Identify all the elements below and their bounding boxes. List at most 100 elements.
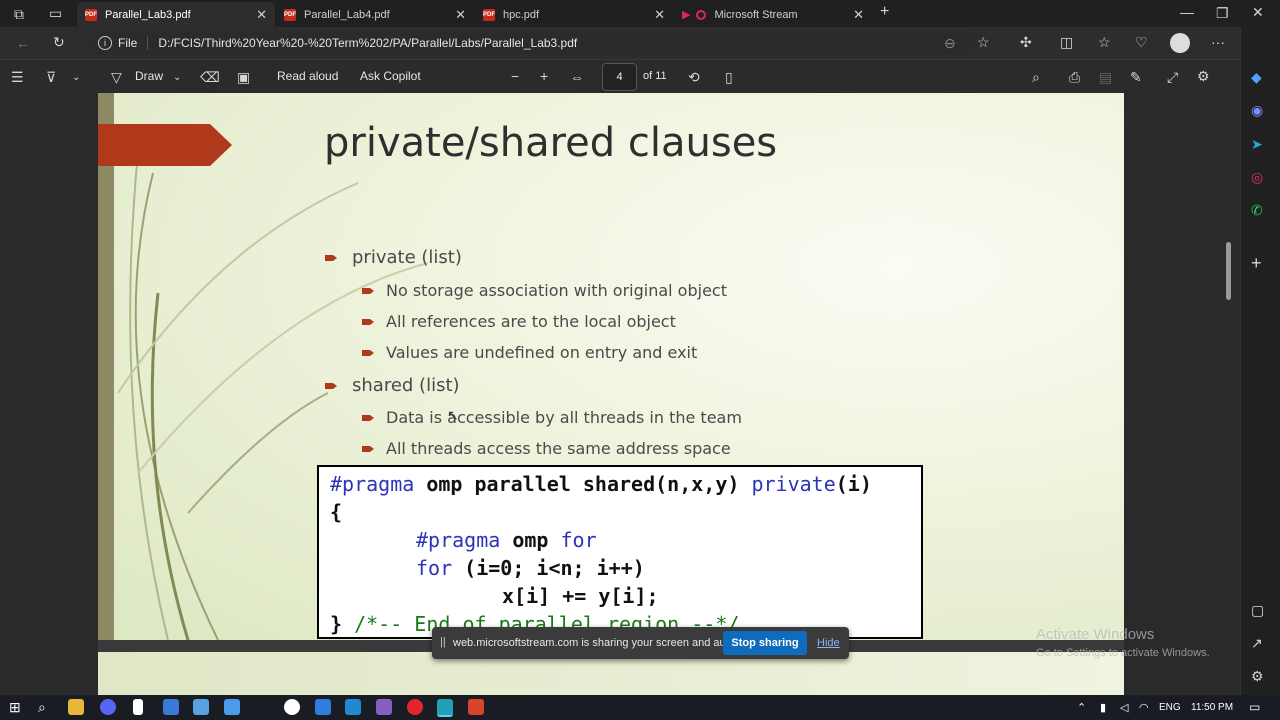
extensions-icon[interactable]: ✣ <box>1020 35 1032 49</box>
text-icon[interactable]: ▣ <box>237 70 250 84</box>
tab-parallel-lab3[interactable]: PDF Parallel_Lab3.pdf ✕ <box>77 2 275 27</box>
bullet-arrow-icon <box>362 319 374 325</box>
browser-icon[interactable] <box>284 699 300 715</box>
app-icon[interactable] <box>224 699 240 715</box>
contents-icon[interactable]: ☰ <box>11 70 24 84</box>
zoom-in-icon[interactable]: + <box>540 69 548 83</box>
opera-icon[interactable] <box>407 699 423 715</box>
favorites-icon[interactable]: ☆ <box>1098 35 1111 49</box>
settings-gear-icon[interactable]: ⚙ <box>1197 69 1210 83</box>
bullet-arrow-icon <box>325 255 337 261</box>
maximize-icon[interactable]: ❐ <box>1216 6 1229 20</box>
wifi-icon[interactable]: ◠ <box>1139 701 1149 715</box>
save-as-icon[interactable]: ✎ <box>1130 70 1142 84</box>
battery-icon[interactable]: ▮ <box>1100 701 1106 715</box>
sub-bullet: Data is accessible by all threads in the… <box>386 408 742 427</box>
tab-actions-icon[interactable]: ▭ <box>49 6 62 20</box>
pdf-icon: PDF <box>483 8 495 21</box>
sub-bullet: No storage association with original obj… <box>386 281 727 300</box>
code-text: (i=0; i<n; i++) <box>452 556 645 580</box>
print-icon[interactable]: ⎙ <box>1069 70 1080 84</box>
bullet-private: private (list) <box>352 247 462 268</box>
sub-bullet: All threads access the same address spac… <box>386 439 731 458</box>
drag-handle-icon[interactable]: || <box>440 636 446 648</box>
sub-bullet: All references are to the local object <box>386 312 676 331</box>
highlight-icon[interactable]: ⊽ <box>46 70 56 84</box>
more-options-icon[interactable]: ··· <box>1211 35 1225 49</box>
profile-avatar[interactable] <box>1170 33 1190 53</box>
app-icon[interactable] <box>193 699 209 715</box>
split-screen-icon[interactable]: ◫ <box>1060 35 1073 49</box>
pdf-reader-icon[interactable] <box>468 699 484 715</box>
page-number-input[interactable]: 4 <box>602 63 637 91</box>
bullet-arrow-icon <box>362 288 374 294</box>
clock[interactable]: 11:50 PM <box>1191 702 1233 713</box>
address-field[interactable]: i File D:/FCIS/Third%20Year%20-%20Term%2… <box>90 31 975 55</box>
code-keyword: #pragma <box>330 472 415 496</box>
search-taskbar-icon[interactable]: ⌕ <box>38 700 46 714</box>
language-indicator[interactable]: ENG <box>1159 702 1181 713</box>
pdf-icon: PDF <box>85 8 97 21</box>
code-text: omp parallel shared(n,x,y) <box>414 472 752 496</box>
whatsapp-icon[interactable]: ✆ <box>1251 203 1263 217</box>
search-icon[interactable]: ⌕ <box>1032 70 1040 84</box>
refresh-icon[interactable]: ↻ <box>53 35 65 49</box>
url-divider <box>147 36 149 50</box>
notepad-icon[interactable] <box>133 699 143 715</box>
chevron-down-icon[interactable]: ⌄ <box>72 71 80 85</box>
sidebar-panel-icon[interactable]: ▢ <box>1251 603 1264 617</box>
file-explorer-icon[interactable] <box>68 699 84 715</box>
page-total: of 11 <box>643 70 667 82</box>
edge-icon[interactable] <box>437 699 453 717</box>
tab-microsoft-stream[interactable]: ▶ Microsoft Stream ✕ <box>674 2 872 27</box>
tab-parallel-lab4[interactable]: PDF Parallel_Lab4.pdf ✕ <box>276 2 474 27</box>
read-aloud-button[interactable]: Read aloud <box>277 69 338 83</box>
favorite-star-icon[interactable]: ☆ <box>977 35 990 49</box>
code-text: { <box>330 500 343 524</box>
workspaces-icon[interactable]: ⧉ <box>14 7 24 21</box>
info-icon[interactable]: i <box>98 36 112 50</box>
page-view-icon[interactable]: ▯ <box>725 70 733 84</box>
app-icon[interactable] <box>163 699 179 715</box>
close-tab-icon[interactable]: ✕ <box>455 7 466 23</box>
todo-icon[interactable] <box>315 699 331 715</box>
eraser-icon[interactable]: ⌫ <box>200 70 220 84</box>
windows-start-icon[interactable]: ⊞ <box>9 700 21 714</box>
notifications-icon[interactable]: ▭ <box>1249 700 1260 714</box>
telegram-icon[interactable]: ➤ <box>1251 137 1263 151</box>
zoom-icon[interactable]: ⊖ <box>944 36 956 50</box>
tag-icon[interactable]: ◆ <box>1251 70 1262 84</box>
save-icon[interactable]: ▤ <box>1099 70 1112 84</box>
new-tab-icon[interactable]: + <box>880 4 889 20</box>
rotate-icon[interactable]: ⟲ <box>688 70 700 84</box>
sidebar-settings-icon[interactable]: ⚙ <box>1251 669 1264 683</box>
code-keyword: private <box>751 472 836 496</box>
instagram-icon[interactable]: ◎ <box>1251 170 1263 184</box>
scrollbar-thumb[interactable] <box>1226 242 1231 300</box>
close-tab-icon[interactable]: ✕ <box>654 7 665 23</box>
copilot-sidebar-icon[interactable]: ◉ <box>1251 103 1263 117</box>
volume-icon[interactable]: ◁ <box>1120 701 1128 715</box>
show-hidden-icons-icon[interactable]: ⌃ <box>1077 701 1086 715</box>
browser-essentials-icon[interactable]: ♡ <box>1135 35 1148 49</box>
fullscreen-icon[interactable]: ⤢ <box>1167 70 1178 84</box>
draw-button[interactable]: Draw <box>135 69 163 83</box>
close-tab-icon[interactable]: ✕ <box>853 7 864 23</box>
ask-copilot-button[interactable]: Ask Copilot <box>360 69 421 83</box>
external-link-icon[interactable]: ↗ <box>1251 636 1263 650</box>
tab-hpc[interactable]: PDF hpc.pdf ✕ <box>475 2 673 27</box>
back-icon[interactable]: ← <box>16 36 30 50</box>
close-window-icon[interactable]: ✕ <box>1252 5 1264 19</box>
draw-icon[interactable]: ▽ <box>111 70 122 84</box>
stop-sharing-button[interactable]: Stop sharing <box>723 631 807 655</box>
add-sidebar-app-icon[interactable]: + <box>1251 254 1262 272</box>
vscode-icon[interactable] <box>345 699 361 715</box>
visual-studio-icon[interactable] <box>376 699 392 715</box>
close-tab-icon[interactable]: ✕ <box>256 7 267 23</box>
minimize-icon[interactable]: — <box>1180 5 1194 19</box>
discord-icon[interactable] <box>100 699 116 715</box>
hide-link[interactable]: Hide <box>817 637 840 649</box>
zoom-out-icon[interactable]: − <box>511 69 519 83</box>
chevron-down-icon[interactable]: ⌄ <box>173 71 181 85</box>
fit-width-icon[interactable]: ⇔ <box>570 70 584 84</box>
